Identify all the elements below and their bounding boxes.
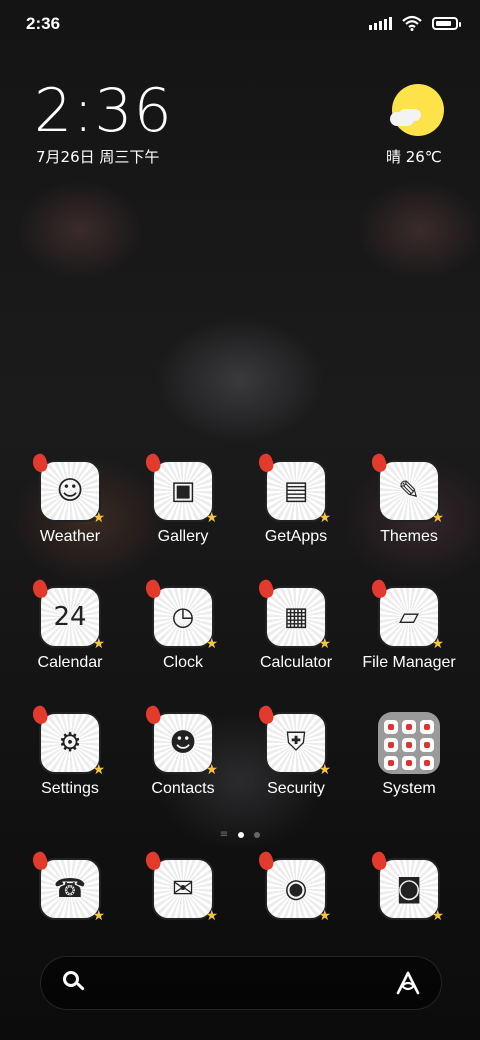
signal-icon [369, 16, 392, 30]
app-label: Themes [380, 528, 438, 545]
battery-icon [432, 16, 461, 30]
app-contacts[interactable]: ☻ ★ Contacts [127, 704, 239, 798]
app-calculator[interactable]: ▦ ★ Calculator [240, 578, 352, 672]
status-bar: 2:36 [0, 0, 480, 50]
wifi-icon [402, 15, 422, 31]
browser-icon: ◉ ★ [256, 850, 331, 924]
app-system[interactable]: System [353, 712, 465, 798]
dock-phone[interactable]: ☎ ★ [14, 850, 126, 924]
app-calendar[interactable]: 24 ★ Calendar [14, 578, 126, 672]
app-label: Gallery [157, 528, 209, 545]
phone-icon: ☎ ★ [30, 850, 105, 924]
app-file-manager[interactable]: ▱ ★ File Manager [353, 578, 465, 672]
app-security[interactable]: ⛨ ★ Security [240, 704, 352, 798]
app-clock[interactable]: ◷ ★ Clock [127, 578, 239, 672]
sun-icon[interactable] [392, 84, 444, 136]
app-weather[interactable]: ☺ ★ Weather [14, 452, 126, 546]
app-label: Calendar [37, 654, 103, 671]
shield-icon: ⛨ ★ [256, 704, 331, 778]
menu-lines-icon: ≡ [219, 829, 229, 840]
page-dot-active [238, 831, 245, 838]
app-label: Calculator [259, 654, 333, 671]
app-getapps[interactable]: ▤ ★ GetApps [240, 452, 352, 546]
app-label: System [382, 780, 436, 797]
app-gallery[interactable]: ▣ ★ Gallery [127, 452, 239, 546]
cloud-icon [390, 112, 414, 126]
message-icon: ✉ ★ [143, 850, 218, 924]
folder-grid-icon [378, 712, 440, 774]
app-settings[interactable]: ⚙ ★ Settings [14, 704, 126, 798]
app-label: Weather [39, 528, 101, 545]
dock-camera[interactable]: ◙ ★ [353, 850, 465, 924]
page-dot [254, 831, 261, 838]
clock-widget-date: 7月26日 周三下午 [36, 148, 160, 166]
clock-widget-time[interactable]: 2:36 [34, 76, 173, 146]
app-label: GetApps [264, 528, 328, 545]
calendar-icon: 24 ★ [30, 578, 105, 652]
search-bar[interactable] [40, 956, 442, 1010]
app-label: Settings [41, 780, 99, 797]
assistant-icon[interactable] [395, 971, 421, 995]
gallery-icon: ▣ ★ [143, 452, 218, 526]
calculator-icon: ▦ ★ [256, 578, 331, 652]
app-themes[interactable]: ✎ ★ Themes [353, 452, 465, 546]
getapps-icon: ▤ ★ [256, 452, 331, 526]
contacts-icon: ☻ ★ [143, 704, 218, 778]
status-time: 2:36 [26, 14, 61, 33]
clock-icon: ◷ ★ [143, 578, 218, 652]
app-label: Clock [162, 654, 203, 671]
dock-message[interactable]: ✉ ★ [127, 850, 239, 924]
app-label: Security [267, 780, 325, 797]
dock-browser[interactable]: ◉ ★ [240, 850, 352, 924]
search-icon [63, 971, 79, 987]
weather-widget-text: 晴 26℃ [386, 148, 442, 166]
app-label: File Manager [362, 654, 456, 671]
gear-icon: ⚙ ★ [30, 704, 105, 778]
brush-icon: ✎ ★ [369, 452, 444, 526]
app-label: Contacts [151, 780, 215, 797]
weather-face-icon: ☺ ★ [30, 452, 105, 526]
folder-icon: ▱ ★ [369, 578, 444, 652]
camera-icon: ◙ ★ [369, 850, 444, 924]
page-indicator: ≡ [0, 829, 480, 840]
